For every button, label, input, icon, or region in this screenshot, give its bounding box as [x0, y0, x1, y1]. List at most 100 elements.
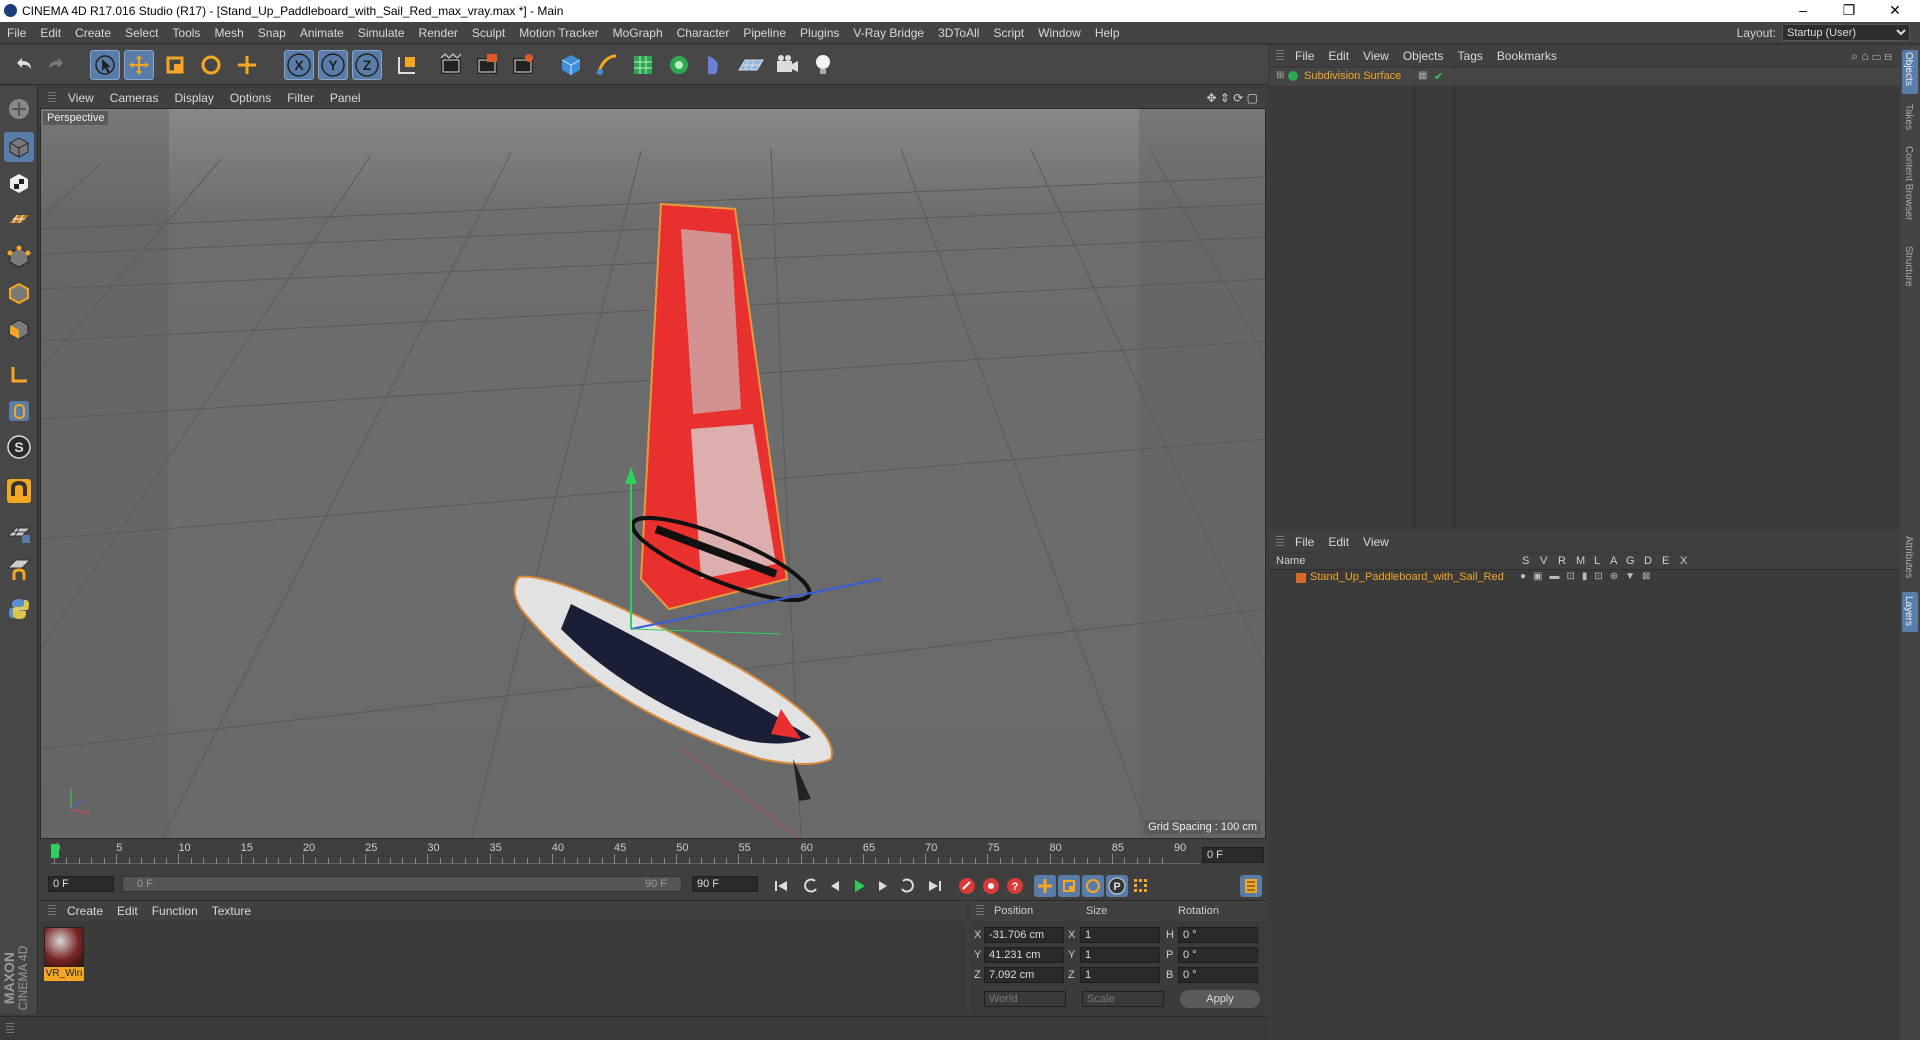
maximize-button[interactable]: ❐: [1826, 0, 1872, 22]
render-settings-icon[interactable]: [508, 50, 538, 80]
move-icon[interactable]: [124, 50, 154, 80]
coordinate-mode-dropdown[interactable]: World: [984, 991, 1066, 1007]
menu-simulate[interactable]: Simulate: [351, 22, 412, 44]
floor-icon[interactable]: [736, 50, 766, 80]
model-mode-icon[interactable]: [4, 132, 34, 162]
objects-menu-view[interactable]: View: [1356, 46, 1396, 66]
layers-menu-edit[interactable]: Edit: [1321, 532, 1356, 552]
minimize-button[interactable]: –: [1780, 0, 1826, 22]
menu-motion-tracker[interactable]: Motion Tracker: [512, 22, 605, 44]
menu-tools[interactable]: Tools: [165, 22, 207, 44]
panel-grip[interactable]: [48, 92, 56, 104]
col-deformers[interactable]: D: [1644, 555, 1652, 567]
status-grip[interactable]: [6, 1023, 14, 1035]
go-to-end-icon[interactable]: [924, 875, 946, 897]
layers-menu-view[interactable]: View: [1356, 532, 1396, 552]
3d-viewport[interactable]: Perspective Grid Spacing : 100 cm: [40, 108, 1266, 839]
col-view[interactable]: V: [1540, 555, 1547, 567]
viewport-menu-cameras[interactable]: Cameras: [102, 88, 167, 108]
subdivision-icon[interactable]: [628, 50, 658, 80]
object-name[interactable]: Subdivision Surface: [1304, 70, 1401, 82]
size-z-field[interactable]: 1: [1080, 967, 1160, 983]
menu-pipeline[interactable]: Pipeline: [736, 22, 793, 44]
deformer-icon[interactable]: [700, 50, 730, 80]
close-button[interactable]: ✕: [1872, 0, 1918, 22]
viewport-navigation-icons[interactable]: ✥ ⇕ ⟳ ▢: [1206, 91, 1258, 105]
edges-mode-icon[interactable]: [4, 278, 34, 308]
transform-icon[interactable]: [232, 50, 262, 80]
position-x-field[interactable]: -31.706 cm: [984, 927, 1064, 943]
key-rotation-icon[interactable]: [1082, 875, 1104, 897]
material-name[interactable]: VR_Win: [44, 967, 84, 981]
menu-snap[interactable]: Snap: [251, 22, 293, 44]
col-locked[interactable]: L: [1594, 555, 1600, 567]
playhead[interactable]: [51, 844, 59, 858]
material-menu-texture[interactable]: Texture: [205, 901, 258, 921]
menu-file[interactable]: File: [0, 22, 33, 44]
object-row[interactable]: ⊞ Subdivision Surface ▦ ✔: [1270, 68, 1900, 86]
size-y-field[interactable]: 1: [1080, 947, 1160, 963]
objects-menu-bookmarks[interactable]: Bookmarks: [1490, 46, 1564, 66]
grid-lock-icon[interactable]: [4, 518, 34, 548]
viewport-menu-display[interactable]: Display: [166, 88, 221, 108]
light-icon[interactable]: [808, 50, 838, 80]
menu-render[interactable]: Render: [412, 22, 465, 44]
render-view-icon[interactable]: [436, 50, 466, 80]
apply-button[interactable]: Apply: [1180, 990, 1260, 1008]
layer-color-swatch[interactable]: [1296, 573, 1306, 583]
col-manager[interactable]: M: [1576, 555, 1585, 567]
cube-icon[interactable]: [556, 50, 586, 80]
viewport-menu-options[interactable]: Options: [222, 88, 279, 108]
viewport-menu-filter[interactable]: Filter: [279, 88, 322, 108]
col-generators[interactable]: G: [1626, 555, 1635, 567]
next-frame-icon[interactable]: [872, 875, 894, 897]
timeline-window-icon[interactable]: [1240, 875, 1262, 897]
menu-sculpt[interactable]: Sculpt: [465, 22, 512, 44]
panel-grip[interactable]: [976, 905, 984, 917]
menu-mograph[interactable]: MoGraph: [606, 22, 670, 44]
menu-script[interactable]: Script: [986, 22, 1031, 44]
position-y-field[interactable]: 41.231 cm: [984, 947, 1064, 963]
key-parameter-icon[interactable]: P: [1106, 875, 1128, 897]
redo-icon[interactable]: [42, 50, 72, 80]
material-menu-function[interactable]: Function: [145, 901, 205, 921]
menu-animate[interactable]: Animate: [293, 22, 351, 44]
enabled-check-icon[interactable]: ✔: [1434, 70, 1443, 83]
menu-vray-bridge[interactable]: V-Ray Bridge: [846, 22, 931, 44]
tab-layers[interactable]: Layers: [1903, 596, 1914, 626]
material-swatch[interactable]: VR_Win: [44, 927, 84, 983]
tab-objects[interactable]: Objects: [1903, 52, 1914, 86]
menu-window[interactable]: Window: [1031, 22, 1088, 44]
key-position-icon[interactable]: [1034, 875, 1056, 897]
keyframe-selection-icon[interactable]: ?: [1004, 875, 1026, 897]
x-axis-icon[interactable]: X: [284, 50, 314, 80]
menu-help[interactable]: Help: [1088, 22, 1127, 44]
start-frame-field[interactable]: 0 F: [48, 876, 114, 892]
render-picture-viewer-icon[interactable]: [472, 50, 502, 80]
make-editable-icon[interactable]: [4, 94, 34, 124]
camera-label[interactable]: Perspective: [43, 111, 109, 125]
rotate-icon[interactable]: [196, 50, 226, 80]
grid-snap-icon[interactable]: [4, 554, 34, 584]
play-icon[interactable]: [848, 875, 870, 897]
objects-search-icons[interactable]: ⌕ ⌂ ▭ ⊟: [1851, 49, 1892, 64]
timeline-ruler[interactable]: 051015202530354045505560657075808590: [50, 842, 1200, 864]
camera-icon[interactable]: [772, 50, 802, 80]
tweak-mode-icon[interactable]: [4, 396, 34, 426]
layout-dropdown[interactable]: Startup (User): [1782, 24, 1910, 41]
layer-toggle-icons[interactable]: ●▣▬⊡▮⊡⊕▼⊠: [1520, 571, 1657, 582]
expand-icon[interactable]: ⊞: [1276, 70, 1284, 81]
undo-icon[interactable]: [8, 50, 38, 80]
pen-icon[interactable]: [592, 50, 622, 80]
panel-grip[interactable]: [1276, 536, 1284, 548]
go-to-start-icon[interactable]: [770, 875, 792, 897]
tab-takes[interactable]: Takes: [1903, 104, 1914, 130]
rotation-b-field[interactable]: 0 °: [1178, 967, 1258, 983]
y-axis-icon[interactable]: Y: [318, 50, 348, 80]
menu-character[interactable]: Character: [670, 22, 737, 44]
menu-3dtoall[interactable]: 3DToAll: [931, 22, 986, 44]
viewport-menu-view[interactable]: View: [60, 88, 102, 108]
objects-menu-objects[interactable]: Objects: [1396, 46, 1451, 66]
position-z-field[interactable]: 7.092 cm: [984, 967, 1064, 983]
material-menu-create[interactable]: Create: [60, 901, 110, 921]
